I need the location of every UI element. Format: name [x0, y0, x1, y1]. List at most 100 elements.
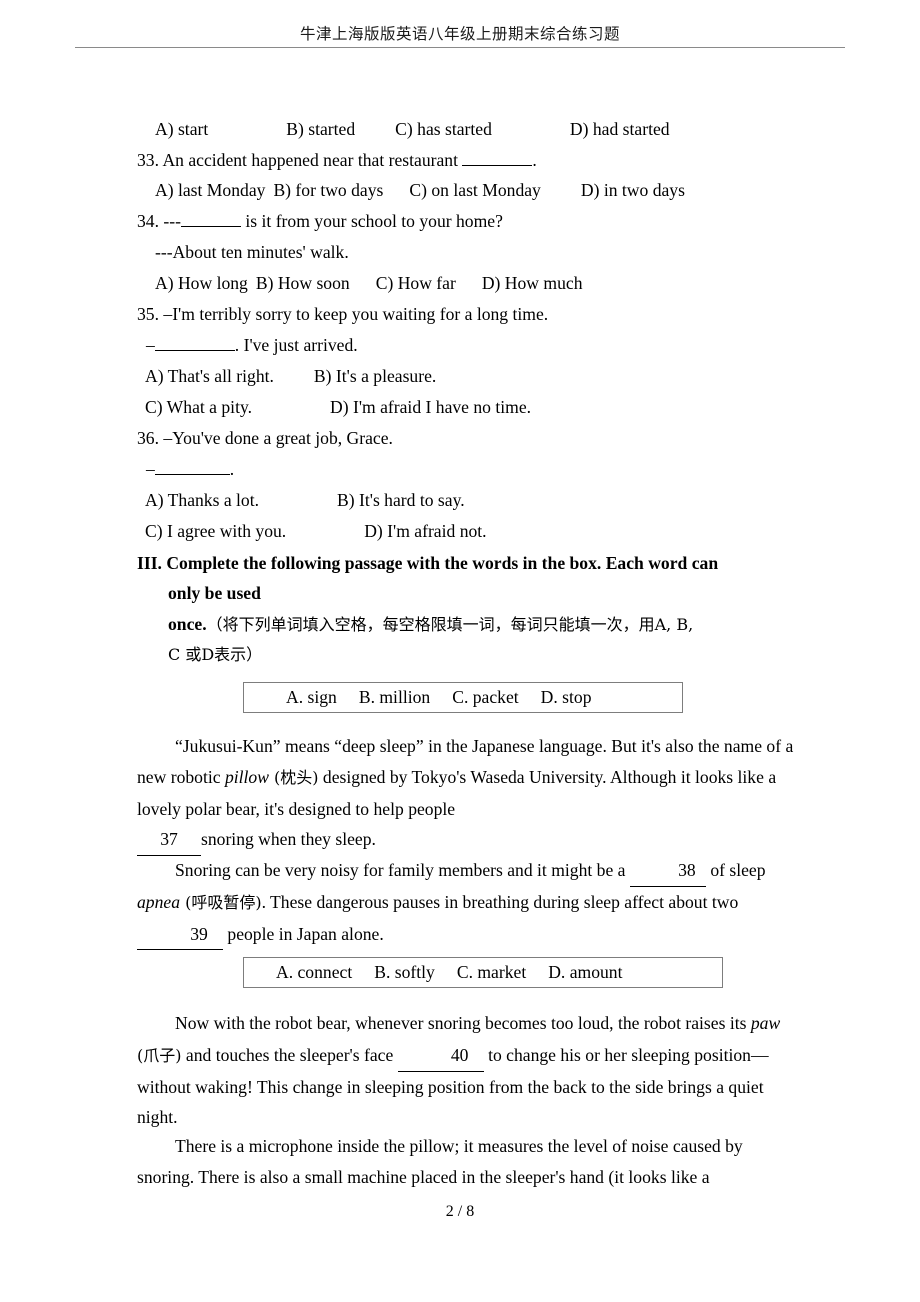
- passage-blank-39[interactable]: 39: [137, 919, 223, 951]
- word-option-a[interactable]: A. connect: [276, 962, 352, 982]
- question-35-reply: – . I've just arrived.: [146, 330, 806, 360]
- answer-blank[interactable]: [462, 165, 533, 166]
- word-option-c[interactable]: C. market: [457, 962, 526, 982]
- section-heading-line1: III. Complete the following passage with…: [137, 553, 719, 573]
- option-b: B) started: [286, 119, 356, 139]
- question-32-options: A) start B) started C) has started D) had s…: [137, 114, 815, 144]
- passage-p2-text2: of sleep: [710, 860, 766, 880]
- question-33-stem: 33. An accident happened near that resta…: [137, 145, 797, 175]
- gloss-cn-paw: (爪子): [137, 1045, 182, 1065]
- question-34-stem: 34. --- is it from your school to your h…: [137, 206, 797, 236]
- passage-p2-text1: Snoring can be very noisy for family mem…: [175, 860, 626, 880]
- heading-once-word: once.: [168, 613, 207, 634]
- passage-p3-text2: and touches the sleeper's face: [181, 1044, 394, 1065]
- gloss-word-pillow: pillow: [224, 766, 269, 787]
- section-heading-line3: once.（将下列单词填入空格，每空格限填一词，每词只能填一次，用A, B,: [137, 609, 797, 640]
- option-c: C) on last Monday: [409, 180, 541, 200]
- section-3-heading: III. Complete the following passage with…: [137, 548, 797, 671]
- reply-text: ---About ten minutes' walk.: [155, 242, 349, 262]
- dash-prefix: ---: [163, 211, 181, 231]
- question-number: 36.: [137, 428, 159, 448]
- passage-paragraph-3: Now with the robot bear, whenever snorin…: [137, 1008, 797, 1133]
- option-c: C) I agree with you.: [145, 521, 287, 541]
- option-c: C) What a pity.: [145, 397, 253, 417]
- word-option-d[interactable]: D. stop: [541, 687, 592, 707]
- page-footer: 2 / 8: [0, 1203, 920, 1221]
- question-text: An accident happened near that restauran…: [162, 150, 458, 170]
- dash-prefix: –: [146, 459, 155, 479]
- question-number: 35.: [137, 304, 159, 324]
- header-title: 牛津上海版版英语八年级上册期末综合练习题: [299, 25, 620, 43]
- header-divider: [75, 47, 845, 48]
- passage-paragraph-1: “Jukusui-Kun” means “deep sleep” in the …: [137, 731, 797, 857]
- option-d: D) I'm afraid not.: [364, 521, 487, 541]
- gloss-word-paw: paw: [750, 1013, 781, 1033]
- word-option-d[interactable]: D. amount: [548, 962, 622, 982]
- option-d: D) I'm afraid I have no time.: [330, 397, 532, 417]
- option-d: D) had started: [569, 119, 670, 139]
- question-number: 34.: [137, 211, 159, 231]
- stem-end: .: [532, 150, 537, 170]
- document-page: 牛津上海版版英语八年级上册期末综合练习题 A) start B) started C…: [0, 0, 920, 1302]
- option-b: B) It's hard to say.: [337, 490, 465, 510]
- answer-blank[interactable]: [154, 474, 230, 475]
- question-34-reply: ---About ten minutes' walk.: [137, 237, 815, 267]
- word-option-b[interactable]: B. softly: [374, 962, 435, 982]
- passage-paragraph-2: Snoring can be very noisy for family mem…: [137, 855, 797, 951]
- option-d: D) How much: [481, 273, 583, 293]
- word-box-1-content: A. sign B. million C. packet D. stop: [244, 687, 592, 708]
- question-36-stem: 36. –You've done a great job, Grace.: [137, 423, 797, 453]
- passage-blank-37[interactable]: 37: [137, 824, 201, 857]
- page-header: 牛津上海版版英语八年级上册期末综合练习题: [75, 24, 845, 48]
- word-box-2-content: A. connect B. softly C. market D. amount: [244, 962, 623, 983]
- heading-cn-part1: （将下列单词填入空格，每空格限填一词，每词只能填一次，用A, B,: [206, 614, 694, 634]
- page-number: 2 / 8: [445, 1203, 475, 1220]
- option-b: B) for two days: [273, 180, 384, 200]
- gloss-word-apnea: apnea: [137, 891, 180, 912]
- passage-blank-38[interactable]: 38: [629, 855, 706, 887]
- passage-p4-text: There is a microphone inside the pillow;…: [137, 1136, 743, 1187]
- answer-blank[interactable]: [154, 350, 235, 351]
- question-text: is it from your school to your home?: [245, 211, 503, 231]
- option-c: C) has started: [395, 119, 492, 139]
- heading-cn-part2: C 或D表示）: [168, 645, 263, 665]
- word-box-2: A. connect B. softly C. market D. amount: [243, 957, 723, 988]
- passage-paragraph-4: There is a microphone inside the pillow;…: [137, 1131, 797, 1193]
- answer-blank[interactable]: [180, 226, 241, 227]
- word-box-1: A. sign B. million C. packet D. stop: [243, 682, 683, 713]
- option-b: B) It's a pleasure.: [313, 366, 437, 386]
- passage-p2-text4: people in Japan alone.: [227, 923, 384, 944]
- passage-p2-text3: . These dangerous pauses in breathing du…: [261, 891, 739, 912]
- question-35-options-row2: C) What a pity. D) I'm afraid I have no t…: [145, 392, 805, 422]
- option-d: D) in two days: [580, 180, 685, 200]
- option-a: A) last Monday: [155, 180, 266, 200]
- option-b: B) How soon: [255, 273, 350, 293]
- passage-blank-40[interactable]: 40: [397, 1040, 484, 1072]
- question-36-options-row1: A) Thanks a lot. B) It's hard to say.: [145, 485, 805, 515]
- question-33-options: A) last Monday B) for two days C) on last …: [137, 175, 815, 205]
- option-a: A) How long: [155, 273, 248, 293]
- question-36-options-row2: C) I agree with you. D) I'm afraid not.: [145, 516, 805, 546]
- option-c: C) How far: [375, 273, 456, 293]
- option-a: A) start: [155, 119, 209, 139]
- option-a: A) Thanks a lot.: [145, 490, 260, 510]
- question-number: 33.: [137, 150, 159, 170]
- gloss-cn-apnea: (呼吸暂停): [180, 892, 262, 912]
- word-option-c[interactable]: C. packet: [452, 687, 518, 707]
- passage-p1-text3: snoring when they sleep.: [201, 829, 376, 850]
- question-text: –I'm terribly sorry to keep you waiting …: [163, 304, 549, 324]
- reply-text: . I've just arrived.: [234, 335, 358, 355]
- question-text: –You've done a great job, Grace.: [163, 428, 393, 448]
- reply-text: .: [229, 459, 235, 479]
- word-option-a[interactable]: A. sign: [286, 687, 337, 707]
- question-35-stem: 35. –I'm terribly sorry to keep you wait…: [137, 299, 797, 329]
- dash-prefix: –: [146, 335, 155, 355]
- question-34-options: A) How long B) How soon C) How far D) How m…: [137, 268, 815, 298]
- passage-p3-text1: Now with the robot bear, whenever snorin…: [175, 1013, 751, 1033]
- option-a: A) That's all right.: [145, 366, 274, 386]
- gloss-cn-pillow: (枕头): [268, 767, 319, 787]
- word-option-b[interactable]: B. million: [359, 687, 430, 707]
- question-35-options-row1: A) That's all right. B) It's a pleasure.: [145, 361, 805, 391]
- section-heading-line2: only be used: [168, 583, 261, 604]
- question-36-reply: –.: [146, 454, 806, 484]
